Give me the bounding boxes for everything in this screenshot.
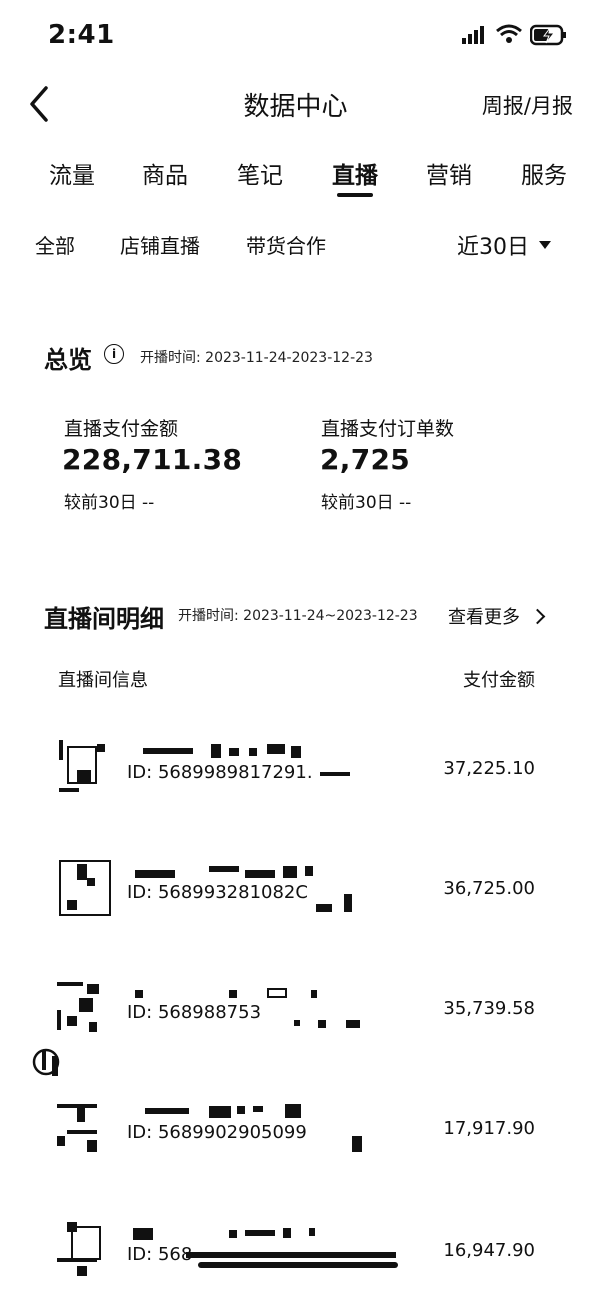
- cellular-signal-icon: [462, 26, 484, 44]
- tab-products[interactable]: 商品: [125, 156, 205, 190]
- room-amount: 35,739.58: [443, 998, 535, 1019]
- room-thumbnail: [57, 1222, 111, 1280]
- tab-marketing[interactable]: 营销: [409, 156, 489, 190]
- chevron-right-icon: [529, 608, 546, 624]
- room-amount: 16,947.90: [443, 1240, 535, 1261]
- metric-label-pay-amount: 直播支付金额: [64, 418, 179, 440]
- room-amount: 37,225.10: [443, 758, 535, 779]
- room-name-redacted: [133, 1226, 323, 1240]
- room-thumbnail: [57, 860, 111, 918]
- tab-traffic[interactable]: 流量: [32, 156, 112, 190]
- floating-assistant-icon[interactable]: [32, 1046, 60, 1078]
- room-amount: 36,725.00: [443, 878, 535, 899]
- room-thumbnail: [57, 1100, 111, 1158]
- home-indicator: [198, 1262, 398, 1268]
- tab-live[interactable]: 直播: [315, 156, 395, 190]
- room-id: ID: 5689902905099: [127, 1122, 307, 1143]
- battery-charging-icon: [530, 24, 566, 46]
- room-id: ID: 568: [127, 1244, 193, 1265]
- live-room-row[interactable]: ID: 56898875​3 35,739.58: [0, 980, 591, 1070]
- metric-value-order-count: 2,725: [320, 443, 411, 476]
- view-more-link[interactable]: 查看更多: [448, 603, 546, 629]
- live-room-row[interactable]: ID: 5689902905099 17,917.90: [0, 1100, 591, 1190]
- overview-date-range: 开播时间: 2023-11-24-2023-12-23: [140, 350, 373, 366]
- subtab-collab[interactable]: 带货合作: [246, 230, 326, 259]
- main-tabs: 流量 商品 笔记 直播 营销 服务: [0, 156, 591, 200]
- metric-compare-order-count: 较前30日 --: [321, 493, 412, 513]
- live-room-row[interactable]: ID: 5689989817291. 37,225.10: [0, 740, 591, 830]
- overview-title: 总览: [44, 346, 92, 374]
- date-range-select[interactable]: 近30日: [457, 229, 551, 261]
- wifi-icon: [496, 24, 522, 43]
- date-range-value: 近30日: [457, 235, 529, 260]
- room-id: ID: 568993281082C: [127, 882, 308, 903]
- metric-label-order-count: 直播支付订单数: [321, 418, 455, 440]
- room-name-redacted: [133, 984, 323, 998]
- subtab-store-live[interactable]: 店铺直播: [120, 230, 200, 259]
- active-tab-indicator: [337, 193, 373, 197]
- status-time: 2:41: [48, 20, 115, 50]
- detail-date-range: 开播时间: 2023-11-24~2023-12-23: [178, 608, 418, 624]
- live-room-row[interactable]: ID: 568993281082C 36,725.00: [0, 860, 591, 950]
- column-header-info: 直播间信息: [58, 670, 148, 691]
- info-icon[interactable]: i: [104, 344, 124, 364]
- weekly-monthly-report-link[interactable]: 周报/月报: [482, 90, 573, 120]
- room-thumbnail: [57, 980, 111, 1038]
- view-more-label: 查看更多: [448, 607, 520, 628]
- subtab-all[interactable]: 全部: [35, 230, 75, 259]
- tab-notes[interactable]: 笔记: [220, 156, 300, 190]
- room-id: ID: 56898875​3: [127, 1002, 262, 1023]
- column-header-amount: 支付金额: [463, 670, 535, 691]
- tab-service[interactable]: 服务: [504, 156, 584, 190]
- room-name-redacted: [133, 744, 323, 758]
- detail-title: 直播间明细: [44, 605, 164, 633]
- room-name-redacted: [133, 864, 323, 878]
- room-thumbnail: [57, 740, 111, 798]
- room-name-redacted: [133, 1104, 323, 1118]
- room-amount: 17,917.90: [443, 1118, 535, 1139]
- room-id: ID: 5689989817291.: [127, 762, 313, 783]
- metric-value-pay-amount: 228,711.38: [62, 443, 243, 476]
- metric-compare-pay-amount: 较前30日 --: [64, 493, 155, 513]
- caret-down-icon: [539, 241, 551, 249]
